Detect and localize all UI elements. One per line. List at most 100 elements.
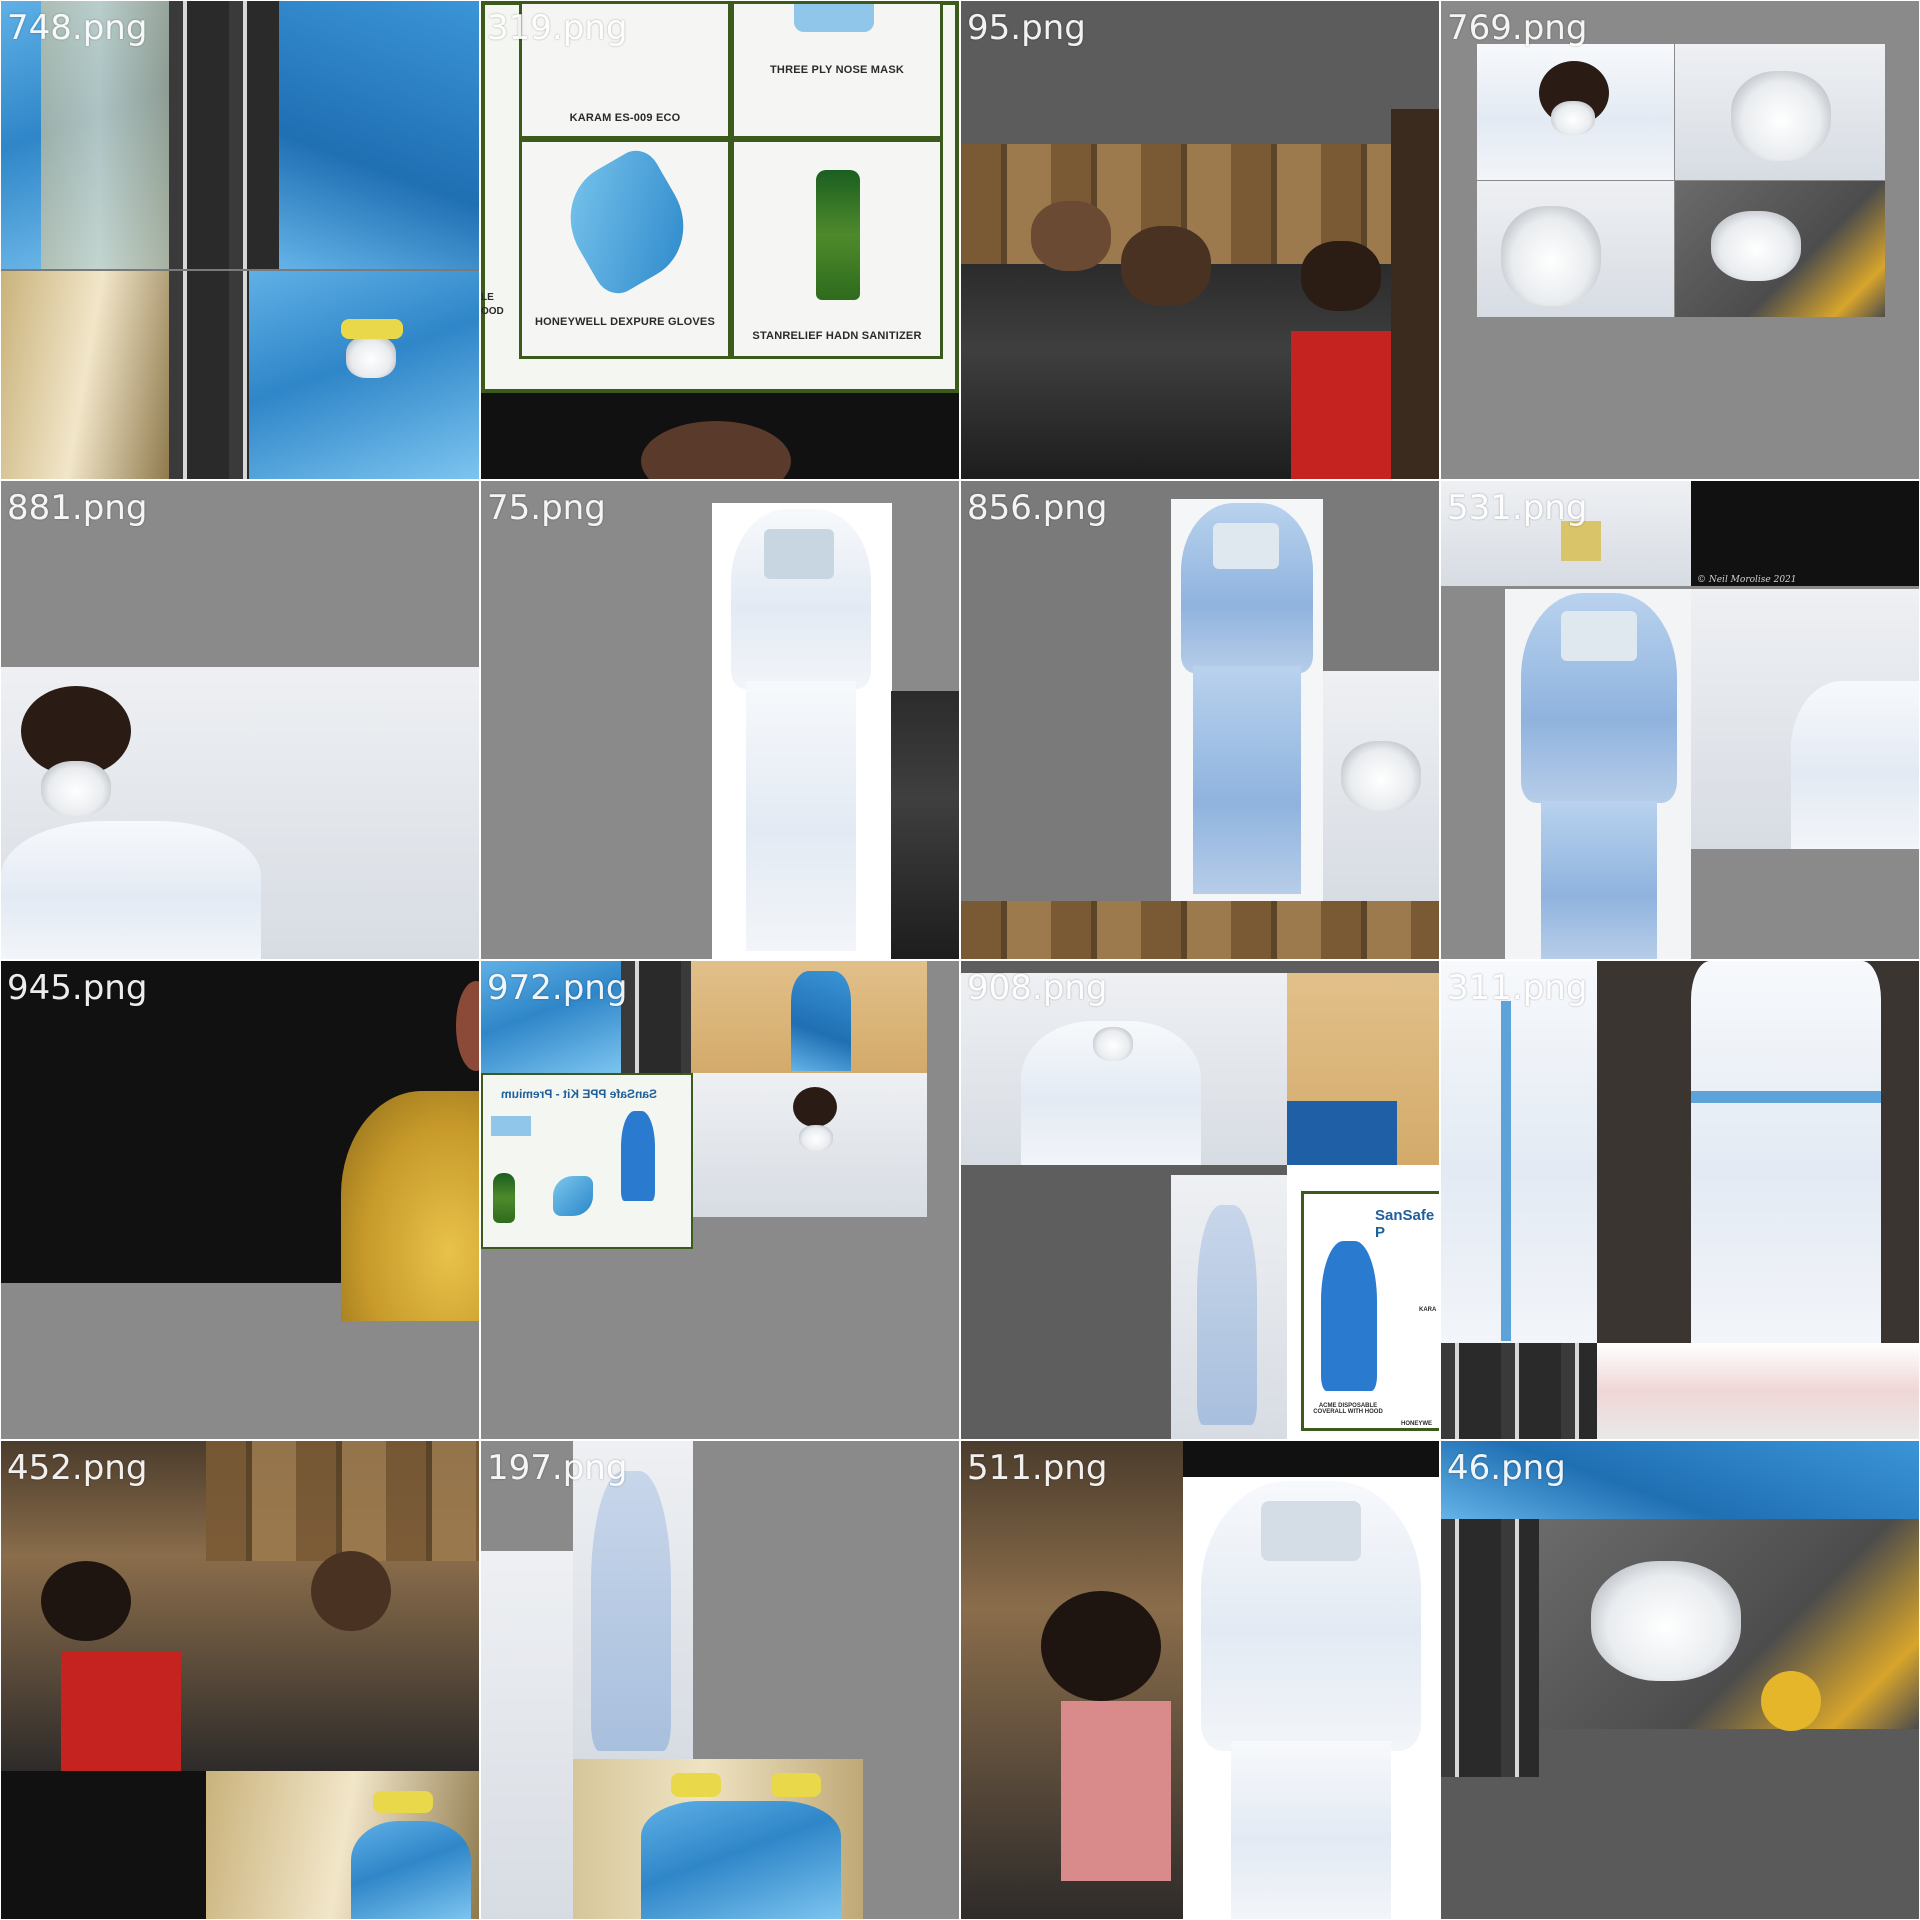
face-photo: [1301, 241, 1381, 311]
face-mask-icon: [1551, 101, 1595, 135]
face-shield-icon: [671, 1773, 721, 1797]
coverall-shape: [591, 1471, 671, 1751]
ppe-photo: [1441, 1441, 1919, 1519]
sanitizer-bottle-icon: [816, 170, 860, 300]
poster-cell-sanitizer: STANRELIEF HADN SANITIZER: [731, 139, 943, 359]
ppe-person-photo: [641, 1801, 841, 1919]
tile-46[interactable]: 46.png: [1441, 1441, 1919, 1919]
helmet-icon: [1761, 1671, 1821, 1731]
gloves-icon: [553, 1176, 593, 1216]
pink-jacket-photo: [1061, 1701, 1171, 1881]
visor-icon: [1261, 1501, 1361, 1561]
corridor-photo: [41, 1, 169, 269]
tile-452[interactable]: 452.png: [1, 1441, 479, 1919]
red-jacket-photo: [1291, 331, 1401, 479]
tile-311[interactable]: 311.png: [1441, 961, 1919, 1439]
face-shield-icon: [341, 319, 403, 339]
poster-caption: HONEYWE: [1401, 1421, 1433, 1427]
visor-icon: [1213, 523, 1279, 569]
face-mask-icon: [1093, 1027, 1133, 1061]
tile-75[interactable]: 75.png: [481, 481, 959, 959]
red-jacket-photo: [61, 1651, 181, 1771]
tape-stripe: [1691, 1091, 1881, 1103]
gown-shape: [1231, 1741, 1391, 1919]
poster-caption: KARA: [1419, 1307, 1437, 1313]
poster-title: SanSafe PPE Kit - Premium: [501, 1087, 658, 1101]
poster-cell-gloves: HONEYWELL DEXPURE GLOVES: [519, 139, 731, 359]
suit-photo: [1791, 681, 1919, 849]
window-photo: [169, 1, 279, 269]
window-photo: [1441, 1343, 1597, 1439]
face-mask-icon: [1731, 71, 1831, 161]
tile-label: 856.png: [967, 488, 1108, 528]
ppe-person-photo: [351, 1821, 471, 1919]
image-grid: 748.png KARAM ES-009 ECO THREE PLY NOSE …: [0, 0, 1920, 1920]
side-photo: [891, 691, 959, 959]
hair-photo: [1041, 1591, 1161, 1701]
gloves-icon: [549, 142, 705, 302]
poster-title: SanSafe P: [1375, 1207, 1435, 1241]
window-photo: [621, 961, 691, 1073]
tile-972[interactable]: SanSafe PPE Kit - Premium 972.png: [481, 961, 959, 1439]
dark-photo: [1691, 481, 1919, 586]
gown-shape: [1193, 666, 1301, 894]
suit-photo: [1, 821, 261, 959]
coverall-icon: [621, 1111, 655, 1201]
mask-icon: [794, 4, 874, 32]
tile-label: 95.png: [967, 8, 1086, 48]
tile-197[interactable]: 197.png: [481, 1441, 959, 1919]
tile-95[interactable]: 95.png: [961, 1, 1439, 479]
tile-319[interactable]: KARAM ES-009 ECO THREE PLY NOSE MASK HON…: [481, 1, 959, 479]
dark-photo: [1, 1771, 206, 1919]
tile-945[interactable]: 945.png: [1, 961, 479, 1439]
sanitizer-bottle-icon: [493, 1173, 515, 1223]
poster-partial-text: LE OOD: [481, 292, 504, 317]
yellow-object-photo: [1561, 521, 1601, 561]
tile-881[interactable]: 881.png: [1, 481, 479, 959]
ppe-photo: [481, 961, 621, 1073]
tile-748[interactable]: 748.png: [1, 1, 479, 479]
window-photo: [1441, 1519, 1539, 1777]
blue-bin-photo: [1287, 1101, 1397, 1165]
face-mask-icon: [1341, 741, 1421, 811]
warehouse-photo: [206, 1441, 479, 1561]
tile-label: 881.png: [7, 488, 148, 528]
watermark: © Neil Morolise 2021: [1697, 575, 1797, 585]
face-photo: [1121, 226, 1211, 306]
tile-856[interactable]: 856.png: [961, 481, 1439, 959]
visor-icon: [1561, 611, 1637, 661]
mask-icon: [491, 1116, 531, 1136]
poster-caption: STANRELIEF HADN SANITIZER: [752, 330, 922, 342]
gown-shape: [1541, 801, 1657, 959]
face-mask-icon: [1711, 211, 1801, 281]
face-mask-icon: [799, 1125, 833, 1151]
tile-531[interactable]: © Neil Morolise 2021 531.png: [1441, 481, 1919, 959]
poster-caption: ACME DISPOSABLE COVERALL WITH HOOD: [1313, 1403, 1383, 1415]
poster-caption: HONEYWELL DEXPURE GLOVES: [534, 316, 715, 328]
warehouse-photo: [961, 901, 1439, 959]
edge-photo: [1391, 109, 1439, 479]
tile-908[interactable]: SanSafe P ACME DISPOSABLE COVERALL WITH …: [961, 961, 1439, 1439]
face-photo: [1031, 201, 1111, 271]
window-photo: [169, 271, 249, 479]
ppe-person-photo: [791, 971, 851, 1071]
gown-shape: [746, 681, 856, 951]
coverall-photo: [1441, 961, 1597, 1343]
face-shield-icon: [771, 1773, 821, 1797]
corridor-photo: [1, 271, 169, 479]
tile-769[interactable]: 769.png: [1441, 1, 1919, 479]
face-mask-icon: [346, 336, 396, 378]
coverall-icon: [1321, 1241, 1377, 1391]
coverall-shape: [1197, 1205, 1257, 1425]
poster-cell-mask: THREE PLY NOSE MASK: [731, 1, 943, 139]
coverall-photo: [1691, 961, 1881, 1343]
tile-label: 769.png: [1447, 8, 1588, 48]
tile-511[interactable]: 511.png: [961, 1441, 1439, 1919]
face-photo: [311, 1551, 391, 1631]
face-mask-icon: [1501, 206, 1601, 306]
poster-caption: KARAM ES-009 ECO: [569, 112, 681, 124]
blurred-photo: [1597, 1343, 1919, 1439]
tile-label: 75.png: [487, 488, 606, 528]
poster-cell-goggles: KARAM ES-009 ECO: [519, 1, 731, 139]
hair-photo: [41, 1561, 131, 1641]
